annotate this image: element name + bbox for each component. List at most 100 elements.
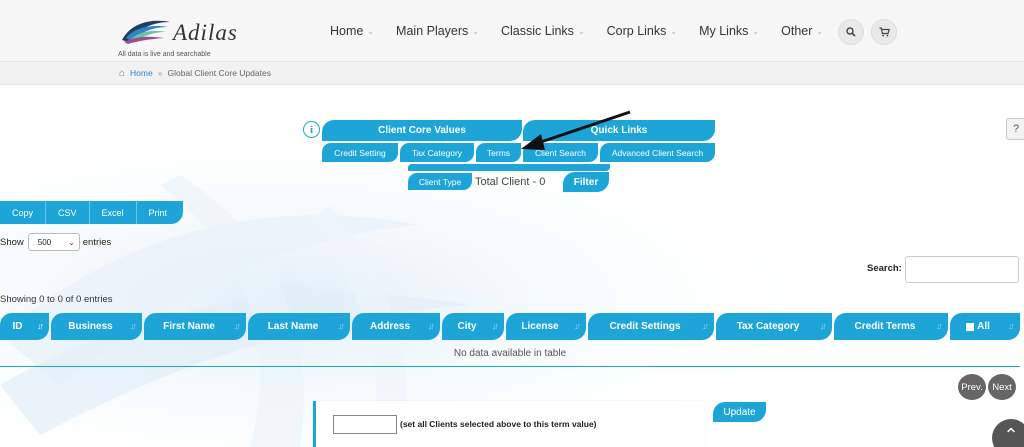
nav-main-players[interactable]: Main Players ⌄: [396, 24, 479, 38]
excel-button[interactable]: Excel: [90, 201, 137, 224]
nav-corp-links-label: Corp Links: [606, 24, 667, 38]
nav-main-players-label: Main Players: [396, 24, 469, 38]
empty-message: No data available in table: [453, 347, 567, 359]
col-city-label: City: [457, 321, 477, 332]
brand-name: Adilas: [173, 20, 238, 45]
chevron-down-icon: ⌄: [816, 26, 824, 36]
chevron-down-icon: ⌄: [670, 26, 678, 36]
col-city[interactable]: City ↓↑: [442, 313, 504, 340]
header-search-button[interactable]: [838, 19, 864, 45]
chevron-down-icon: ⌄: [752, 26, 760, 36]
chevron-down-icon: ⌄: [472, 26, 479, 36]
sort-icon: ↓↑: [130, 321, 137, 331]
table-header: ID ↓↑ Business ↓↑ First Name ↓↑ Last Name ↓↑…: [0, 313, 1020, 340]
sort-icon: ↓↑: [820, 321, 827, 331]
term-value-input[interactable]: [333, 415, 397, 434]
brand-logo[interactable]: Adilas All data is live and searchable: [118, 10, 258, 60]
sort-icon: ↓↑: [574, 321, 581, 331]
col-credit-terms[interactable]: Credit Terms ↓↑: [834, 313, 948, 340]
show-entries-control: Show 500 ⌄ entries: [0, 233, 111, 251]
header-cart-button[interactable]: [871, 19, 897, 45]
client-type-button[interactable]: Client Type: [408, 173, 472, 190]
col-credit-settings-label: Credit Settings: [609, 321, 681, 332]
nav-my-links[interactable]: My Links ⌄: [699, 24, 759, 38]
print-button[interactable]: Print: [137, 201, 184, 224]
update-button[interactable]: Update: [713, 402, 766, 422]
show-label: Show: [0, 236, 24, 248]
annotation-arrow-icon: [521, 110, 631, 150]
col-license[interactable]: License ↓↑: [506, 313, 586, 340]
col-tax-category-label: Tax Category: [736, 321, 800, 332]
nav-other[interactable]: Other ⌄: [781, 24, 823, 38]
page-size-select[interactable]: 500 ⌄: [27, 233, 80, 251]
help-icon: ?: [1012, 123, 1020, 135]
col-first-name[interactable]: First Name ↓↑: [144, 313, 246, 340]
col-last-name[interactable]: Last Name ↓↑: [248, 313, 350, 340]
chevron-up-icon: ⌃: [1003, 425, 1019, 445]
sort-icon: ↓↑: [234, 321, 241, 331]
scroll-to-top-button[interactable]: ⌃: [992, 419, 1024, 447]
chevron-down-icon: ⌄: [367, 26, 375, 36]
next-page-button[interactable]: Next: [988, 374, 1016, 400]
term-update-panel: (set all Clients selected above to this …: [313, 401, 705, 447]
table-empty-row: No data available in table: [0, 340, 1020, 367]
side-help-tab[interactable]: ?: [1006, 118, 1024, 140]
col-address-label: Address: [369, 321, 410, 332]
col-select-all[interactable]: All ↓↑: [950, 313, 1020, 340]
search-icon: [846, 27, 856, 37]
home-icon: ⌂: [119, 67, 126, 79]
sort-icon: ↓↑: [936, 321, 943, 331]
export-button-group: Copy CSV Excel Print: [0, 201, 184, 224]
tax-category-button[interactable]: Tax Category: [400, 143, 474, 162]
sort-icon: ↓↑: [428, 321, 435, 331]
nav-home-label: Home: [330, 24, 364, 38]
col-credit-settings[interactable]: Credit Settings ↓↑: [588, 313, 714, 340]
sort-icon: ↓↑: [1008, 321, 1015, 331]
col-last-name-label: Last Name: [267, 321, 319, 332]
entries-label: entries: [82, 236, 112, 248]
breadcrumb: ⌂ Home » Global Client Core Updates: [0, 62, 1024, 85]
nav-classic-links-label: Classic Links: [501, 24, 574, 38]
client-core-values-button[interactable]: Client Core Values: [322, 120, 522, 141]
table-search-input[interactable]: [905, 256, 1019, 283]
showing-info: Showing 0 to 0 of 0 entries: [0, 294, 113, 305]
csv-button[interactable]: CSV: [46, 201, 90, 224]
col-license-label: License: [521, 321, 559, 332]
col-first-name-label: First Name: [163, 321, 215, 332]
nav-home[interactable]: Home ⌄: [330, 24, 374, 38]
nav-corp-links[interactable]: Corp Links ⌄: [607, 24, 677, 38]
nav-classic-links[interactable]: Classic Links ⌄: [501, 24, 585, 38]
cart-icon: [879, 27, 890, 37]
chevron-down-icon: ⌄: [577, 26, 585, 36]
col-business[interactable]: Business ↓↑: [51, 313, 142, 340]
chevron-down-icon: ⌄: [68, 237, 75, 247]
filter-button[interactable]: Filter: [563, 172, 609, 192]
nav-other-label: Other: [781, 24, 813, 38]
col-address[interactable]: Address ↓↑: [352, 313, 440, 340]
prev-page-button[interactable]: Prev.: [958, 374, 986, 400]
total-client-count: Total Client - 0: [475, 176, 546, 188]
breadcrumb-current: Global Client Core Updates: [167, 68, 271, 78]
col-business-label: Business: [68, 321, 113, 332]
top-header: Adilas All data is live and searchable H…: [0, 0, 1024, 62]
col-credit-terms-label: Credit Terms: [854, 321, 916, 332]
page-size-value: 500: [37, 237, 52, 247]
main-nav: Home ⌄ Main Players ⌄ Classic Links ⌄ Corp …: [330, 24, 845, 38]
col-tax-category[interactable]: Tax Category ↓↑: [716, 313, 832, 340]
adilas-wave-logo-icon: [122, 20, 170, 44]
breadcrumb-separator: »: [157, 68, 163, 78]
sort-icon: ↓↑: [338, 321, 345, 331]
search-label: Search:: [867, 263, 902, 274]
sort-icon: ↓↑: [702, 321, 709, 331]
nav-my-links-label: My Links: [699, 24, 749, 38]
credit-setting-button[interactable]: Credit Setting: [322, 143, 398, 162]
select-all-checkbox[interactable]: [966, 322, 975, 331]
term-update-hint: (set all Clients selected above to this …: [400, 419, 597, 429]
info-icon[interactable]: i: [303, 121, 320, 138]
sort-icon: ↓↑: [37, 321, 44, 331]
sort-icon: ↓↑: [492, 321, 499, 331]
copy-button[interactable]: Copy: [0, 201, 47, 224]
col-select-all-label: All: [977, 321, 990, 332]
col-id[interactable]: ID ↓↑: [0, 313, 49, 340]
breadcrumb-home-link[interactable]: Home: [130, 68, 153, 78]
